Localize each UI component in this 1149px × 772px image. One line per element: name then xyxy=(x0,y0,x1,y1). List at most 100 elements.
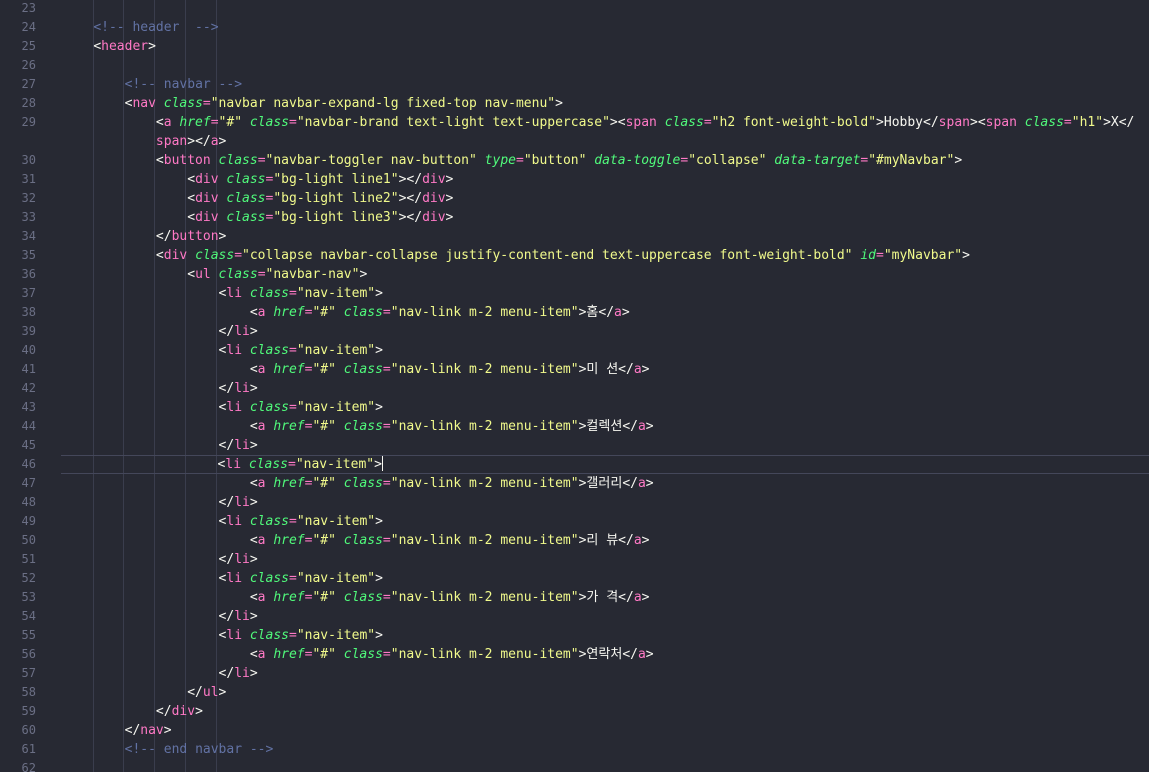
code-line[interactable]: </li> xyxy=(62,664,1149,683)
attr-equals: = xyxy=(257,153,266,168)
line-number: 51 xyxy=(21,552,36,566)
code-line[interactable] xyxy=(62,56,1149,75)
attr-name: class xyxy=(1024,115,1064,130)
tag-bracket: > xyxy=(645,476,654,491)
attr-equals: = xyxy=(382,305,391,320)
code-line[interactable]: </ul> xyxy=(62,683,1149,702)
attr-value: "button" xyxy=(523,153,587,168)
code-line[interactable]: <li class="nav-item"> xyxy=(62,398,1149,417)
code-line[interactable]: <!-- end navbar --> xyxy=(62,740,1149,759)
attr-value: "#" xyxy=(312,647,336,662)
code-text: Hobby xyxy=(883,115,924,130)
code-line[interactable]: <nav class="navbar navbar-expand-lg fixe… xyxy=(62,94,1149,113)
code-line[interactable]: <li class="nav-item"> xyxy=(62,284,1149,303)
attr-equals: = xyxy=(382,419,391,434)
code-line[interactable]: <a href="#" class="nav-link m-2 menu-ite… xyxy=(62,645,1149,664)
code-line[interactable]: <a href="#" class="nav-link m-2 menu-ite… xyxy=(62,588,1149,607)
attr-equals: = xyxy=(289,628,297,643)
code-line[interactable]: <button class="navbar-toggler nav-button… xyxy=(62,151,1149,170)
code-line[interactable]: <div class="bg-light line3"></div> xyxy=(62,208,1149,227)
attr-name: data-toggle xyxy=(594,153,681,168)
code-area[interactable]: <!-- header --> <header> <!-- navbar -->… xyxy=(61,0,1149,772)
code-line[interactable]: <ul class="navbar-nav"> xyxy=(62,265,1149,284)
attr-value: "collapse navbar-collapse justify-conten… xyxy=(242,248,853,263)
code-line[interactable]: <!-- header --> xyxy=(62,18,1149,37)
tag-bracket: > xyxy=(249,552,258,567)
attr-equals: = xyxy=(202,96,211,111)
tag-bracket: > xyxy=(148,39,156,54)
code-line[interactable]: <a href="#" class="nav-link m-2 menu-ite… xyxy=(62,474,1149,493)
code-line[interactable]: </li> xyxy=(62,607,1149,626)
code-line[interactable]: </li> xyxy=(62,550,1149,569)
code-line[interactable]: </div> xyxy=(62,702,1149,721)
code-comment: <!-- header --> xyxy=(93,20,219,35)
code-line[interactable]: </button> xyxy=(62,227,1149,246)
code-line[interactable]: <li class="nav-item"> xyxy=(62,341,1149,360)
code-line[interactable]: <div class="collapse navbar-collapse jus… xyxy=(62,246,1149,265)
code-text: 갤러리 xyxy=(586,476,623,491)
attr-equals: = xyxy=(289,286,297,301)
code-line[interactable]: <a href="#" class="nav-link m-2 menu-ite… xyxy=(62,303,1149,322)
code-line[interactable]: <a href="#" class="navbar-brand text-lig… xyxy=(62,113,1149,132)
code-line[interactable]: <div class="bg-light line2"></div> xyxy=(62,189,1149,208)
code-line[interactable]: <!-- navbar --> xyxy=(62,75,1149,94)
code-line[interactable]: </li> xyxy=(62,379,1149,398)
tag-bracket: > xyxy=(375,343,383,358)
attr-value: "navbar-toggler nav-button" xyxy=(265,153,477,168)
tag-bracket: < xyxy=(93,39,102,54)
line-number: 35 xyxy=(21,248,36,262)
tag-bracket: > xyxy=(249,438,258,453)
code-line[interactable]: <a href="#" class="nav-link m-2 menu-ite… xyxy=(62,360,1149,379)
tag-name: li xyxy=(226,400,243,415)
code-line[interactable]: </li> xyxy=(62,493,1149,512)
code-line[interactable]: <a href="#" class="nav-link m-2 menu-ite… xyxy=(62,417,1149,436)
attr-name: href xyxy=(273,590,305,605)
code-line[interactable]: <li class="nav-item"> xyxy=(62,569,1149,588)
code-line[interactable]: <div class="bg-light line1"></div> xyxy=(62,170,1149,189)
tag-bracket: </ xyxy=(218,381,235,396)
tag-bracket: </ xyxy=(195,134,211,149)
attr-value: "nav-item" xyxy=(296,571,376,586)
code-line[interactable]: <li class="nav-item"> xyxy=(62,512,1149,531)
tag-bracket: </ xyxy=(218,552,235,567)
tag-bracket: > xyxy=(641,590,650,605)
attr-value: "#" xyxy=(312,590,336,605)
tag-bracket: > xyxy=(375,514,383,529)
line-number: 39 xyxy=(21,324,36,338)
attr-name: class xyxy=(226,191,266,206)
code-line[interactable]: <a href="#" class="nav-link m-2 menu-ite… xyxy=(62,531,1149,550)
attr-name: class xyxy=(249,628,289,643)
code-line[interactable]: </nav> xyxy=(62,721,1149,740)
code-line[interactable] xyxy=(62,0,1149,18)
code-line[interactable] xyxy=(62,759,1149,772)
code-line[interactable]: span></a> xyxy=(62,132,1149,151)
tag-name: div xyxy=(171,704,196,719)
code-text: 미 션 xyxy=(586,362,619,377)
code-line[interactable]: </li> xyxy=(62,436,1149,455)
tag-name: li xyxy=(234,438,250,453)
code-line[interactable]: <li class="nav-item"> xyxy=(62,626,1149,645)
tag-bracket: </ xyxy=(618,590,634,605)
code-line[interactable]: </li> xyxy=(62,322,1149,341)
line-number: 50 xyxy=(21,533,36,547)
code-line[interactable]: <header> xyxy=(62,37,1149,56)
tag-bracket: < xyxy=(187,191,196,206)
tag-name: li xyxy=(234,324,250,339)
tag-bracket: </ xyxy=(622,419,638,434)
code-editor[interactable]: 23 24 25 26 27 28 29 30 31 32 33 34 35 36 37 38 39 40 41 42… xyxy=(0,0,1149,772)
attr-name: class xyxy=(249,400,289,415)
code-line[interactable]: <li class="nav-item"> xyxy=(61,455,1149,474)
attr-equals: = xyxy=(1063,115,1072,130)
tag-bracket: > xyxy=(555,96,563,111)
